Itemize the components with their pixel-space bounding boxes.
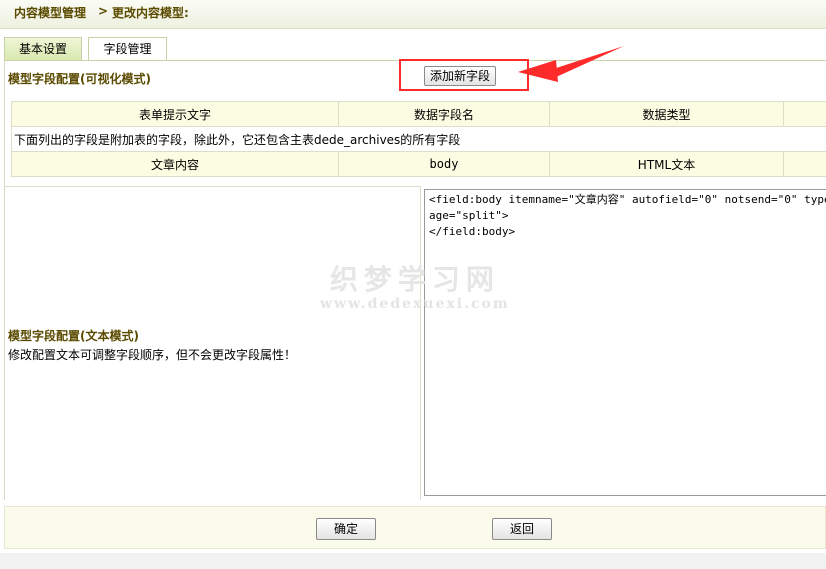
- tab-basic-settings[interactable]: 基本设置: [4, 37, 82, 60]
- field-config-textarea[interactable]: <field:body itemname="文章内容" autofield="0…: [424, 189, 826, 496]
- bottom-strip: [0, 553, 826, 569]
- fields-table-header: 表单提示文字 数据字段名 数据类型: [11, 101, 826, 127]
- visual-mode-title: 模型字段配置(可视化模式): [8, 72, 151, 86]
- fields-table-note-row: 下面列出的字段是附加表的字段，除此外，它还包含主表dede_archives的所…: [11, 126, 826, 152]
- watermark-url: www.dedexuexi.com: [320, 296, 510, 312]
- field-extra-cell: [783, 151, 826, 177]
- fields-table: 表单提示文字 数据字段名 数据类型 下面列出的字段是附加表的字段，除此外，它还包…: [11, 101, 826, 177]
- text-mode-description: 修改配置文本可调整字段顺序，但不会更改字段属性！: [8, 348, 297, 362]
- fields-table-note: 下面列出的字段是附加表的字段，除此外，它还包含主表dede_archives的所…: [11, 126, 826, 152]
- breadcrumb-separator: >: [98, 4, 109, 18]
- tab-field-management[interactable]: 字段管理: [88, 37, 167, 60]
- header-form-label: 表单提示文字: [11, 101, 339, 127]
- footer-bar: 确定 返回: [4, 506, 826, 549]
- header-extra: [783, 101, 826, 127]
- breadcrumb-content-model[interactable]: 内容模型管理: [14, 4, 86, 21]
- breadcrumb-edit-model: 更改内容模型:: [112, 6, 189, 20]
- header-bar: 内容模型管理 > 更改内容模型:: [0, 0, 826, 29]
- header-field-name: 数据字段名: [338, 101, 550, 127]
- back-button[interactable]: 返回: [492, 518, 552, 540]
- watermark-name: 织梦学习网: [329, 263, 500, 296]
- table-row: 文章内容 body HTML文本: [11, 151, 826, 177]
- field-label-cell: 文章内容: [11, 151, 339, 177]
- field-type-cell: HTML文本: [549, 151, 784, 177]
- field-name-cell: body: [338, 151, 550, 177]
- header-data-type: 数据类型: [549, 101, 784, 127]
- watermark: 织梦学习网 www.dedexuexi.com: [320, 258, 510, 312]
- highlight-box: [399, 59, 529, 91]
- confirm-button[interactable]: 确定: [316, 518, 376, 540]
- text-mode-title: 模型字段配置(文本模式): [8, 329, 139, 343]
- annotation-arrow-icon: [518, 46, 624, 82]
